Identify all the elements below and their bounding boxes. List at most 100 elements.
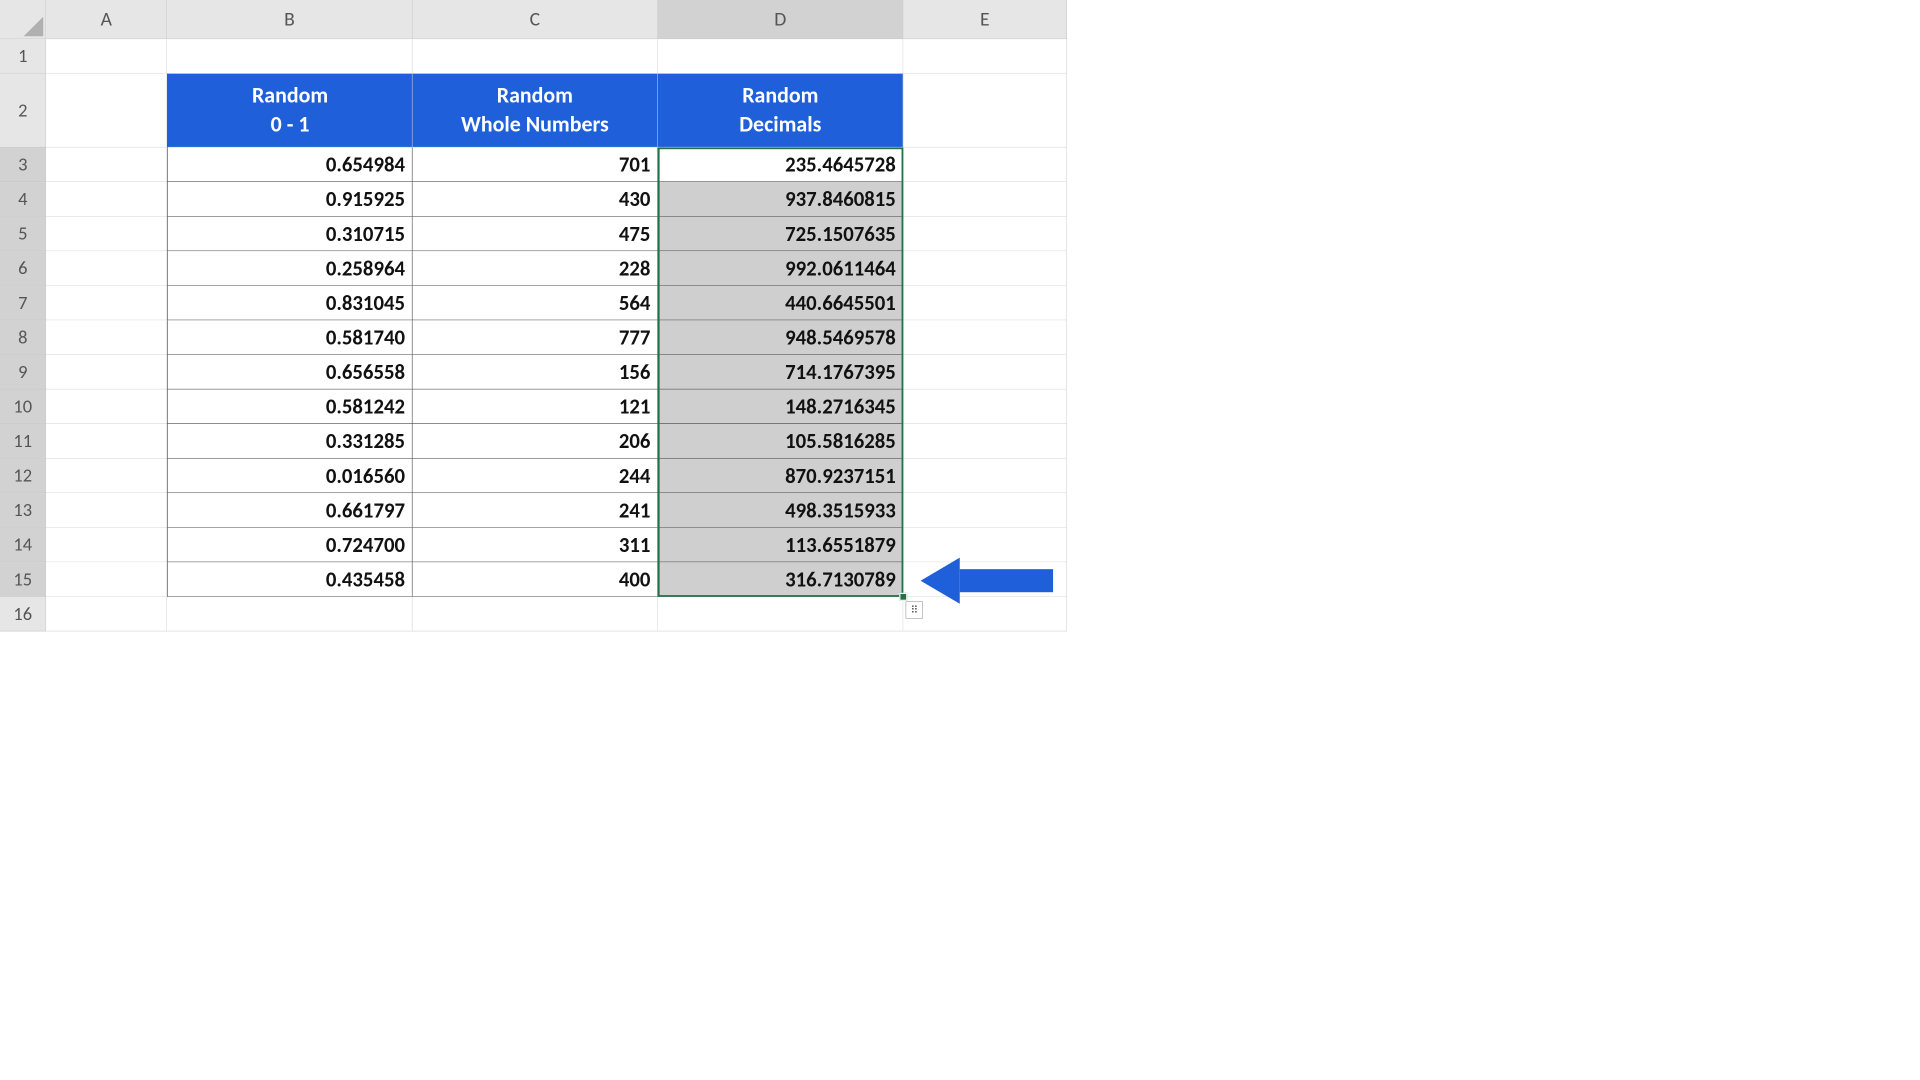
header-random-0-1[interactable]: Random 0 - 1 bbox=[167, 74, 412, 148]
cell-D16[interactable] bbox=[658, 597, 903, 632]
cell-A1[interactable] bbox=[46, 39, 167, 74]
row-header-3[interactable]: 3 bbox=[0, 147, 46, 182]
row-header-11[interactable]: 11 bbox=[0, 424, 46, 459]
cell-D8[interactable]: 948.5469578 bbox=[658, 320, 903, 355]
row-header-10[interactable]: 10 bbox=[0, 389, 46, 424]
cell-D10[interactable]: 148.2716345 bbox=[658, 389, 903, 424]
cell-A10[interactable] bbox=[46, 389, 167, 424]
cell-C16[interactable] bbox=[412, 597, 657, 632]
cell-D13[interactable]: 498.3515933 bbox=[658, 493, 903, 528]
cell-D1[interactable] bbox=[658, 39, 903, 74]
cell-D12[interactable]: 870.9237151 bbox=[658, 459, 903, 494]
cell-B13[interactable]: 0.661797 bbox=[167, 493, 412, 528]
cell-C1[interactable] bbox=[412, 39, 657, 74]
cell-B5[interactable]: 0.310715 bbox=[167, 217, 412, 252]
cell-A6[interactable] bbox=[46, 251, 167, 286]
row-header-4[interactable]: 4 bbox=[0, 182, 46, 217]
cell-B16[interactable] bbox=[167, 597, 412, 632]
cell-C14[interactable]: 311 bbox=[412, 528, 657, 563]
cell-A8[interactable] bbox=[46, 320, 167, 355]
cell-B9[interactable]: 0.656558 bbox=[167, 355, 412, 390]
cell-D5[interactable]: 725.1507635 bbox=[658, 217, 903, 252]
cell-A9[interactable] bbox=[46, 355, 167, 390]
cell-A3[interactable] bbox=[46, 147, 167, 182]
cell-E9[interactable] bbox=[903, 355, 1067, 390]
cell-B15[interactable]: 0.435458 bbox=[167, 562, 412, 597]
cell-A16[interactable] bbox=[46, 597, 167, 632]
cell-E13[interactable] bbox=[903, 493, 1067, 528]
cell-C6[interactable]: 228 bbox=[412, 251, 657, 286]
cell-A14[interactable] bbox=[46, 528, 167, 563]
cell-B11[interactable]: 0.331285 bbox=[167, 424, 412, 459]
cell-D7[interactable]: 440.6645501 bbox=[658, 286, 903, 321]
cell-C3[interactable]: 701 bbox=[412, 147, 657, 182]
cell-A12[interactable] bbox=[46, 459, 167, 494]
cell-A11[interactable] bbox=[46, 424, 167, 459]
select-all-corner[interactable] bbox=[0, 0, 46, 39]
cell-D15[interactable]: 316.7130789 bbox=[658, 562, 903, 597]
row-header-6[interactable]: 6 bbox=[0, 251, 46, 286]
cell-C5[interactable]: 475 bbox=[412, 217, 657, 252]
cell-B6[interactable]: 0.258964 bbox=[167, 251, 412, 286]
row-header-14[interactable]: 14 bbox=[0, 528, 46, 563]
cell-E6[interactable] bbox=[903, 251, 1067, 286]
cell-B4[interactable]: 0.915925 bbox=[167, 182, 412, 217]
cell-C13[interactable]: 241 bbox=[412, 493, 657, 528]
row-header-9[interactable]: 9 bbox=[0, 355, 46, 390]
cell-E12[interactable] bbox=[903, 459, 1067, 494]
cell-B14[interactable]: 0.724700 bbox=[167, 528, 412, 563]
cell-C4[interactable]: 430 bbox=[412, 182, 657, 217]
cell-A7[interactable] bbox=[46, 286, 167, 321]
cell-A15[interactable] bbox=[46, 562, 167, 597]
cell-D11[interactable]: 105.5816285 bbox=[658, 424, 903, 459]
row-header-7[interactable]: 7 bbox=[0, 286, 46, 321]
cell-A13[interactable] bbox=[46, 493, 167, 528]
cell-C15[interactable]: 400 bbox=[412, 562, 657, 597]
autofill-options-button[interactable]: ⠿ bbox=[906, 601, 923, 618]
cell-D14[interactable]: 113.6551879 bbox=[658, 528, 903, 563]
row-header-13[interactable]: 13 bbox=[0, 493, 46, 528]
cell-D6[interactable]: 992.0611464 bbox=[658, 251, 903, 286]
cell-E11[interactable] bbox=[903, 424, 1067, 459]
cell-A4[interactable] bbox=[46, 182, 167, 217]
cell-C12[interactable]: 244 bbox=[412, 459, 657, 494]
fill-handle[interactable] bbox=[899, 593, 907, 601]
row-header-15[interactable]: 15 bbox=[0, 562, 46, 597]
row-header-12[interactable]: 12 bbox=[0, 459, 46, 494]
cell-C9[interactable]: 156 bbox=[412, 355, 657, 390]
col-header-B[interactable]: B bbox=[167, 0, 412, 39]
cell-A2[interactable] bbox=[46, 74, 167, 148]
cell-D3[interactable]: 235.4645728 bbox=[658, 147, 903, 182]
cell-E2[interactable] bbox=[903, 74, 1067, 148]
cell-A5[interactable] bbox=[46, 217, 167, 252]
col-header-A[interactable]: A bbox=[46, 0, 167, 39]
cell-B10[interactable]: 0.581242 bbox=[167, 389, 412, 424]
cell-E3[interactable] bbox=[903, 147, 1067, 182]
cell-E4[interactable] bbox=[903, 182, 1067, 217]
cell-B3[interactable]: 0.654984 bbox=[167, 147, 412, 182]
row-header-16[interactable]: 16 bbox=[0, 597, 46, 632]
header-random-decimals[interactable]: Random Decimals bbox=[658, 74, 903, 148]
cell-E1[interactable] bbox=[903, 39, 1067, 74]
cell-B1[interactable] bbox=[167, 39, 412, 74]
col-header-D[interactable]: D bbox=[658, 0, 903, 39]
cell-C7[interactable]: 564 bbox=[412, 286, 657, 321]
cell-B8[interactable]: 0.581740 bbox=[167, 320, 412, 355]
cell-E7[interactable] bbox=[903, 286, 1067, 321]
cell-E5[interactable] bbox=[903, 217, 1067, 252]
cell-B7[interactable]: 0.831045 bbox=[167, 286, 412, 321]
row-header-1[interactable]: 1 bbox=[0, 39, 46, 74]
header-random-whole[interactable]: Random Whole Numbers bbox=[412, 74, 657, 148]
row-header-8[interactable]: 8 bbox=[0, 320, 46, 355]
cell-E10[interactable] bbox=[903, 389, 1067, 424]
col-header-C[interactable]: C bbox=[412, 0, 657, 39]
row-header-5[interactable]: 5 bbox=[0, 217, 46, 252]
cell-C8[interactable]: 777 bbox=[412, 320, 657, 355]
cell-C10[interactable]: 121 bbox=[412, 389, 657, 424]
cell-D9[interactable]: 714.1767395 bbox=[658, 355, 903, 390]
cell-D4[interactable]: 937.8460815 bbox=[658, 182, 903, 217]
cell-E8[interactable] bbox=[903, 320, 1067, 355]
cell-C11[interactable]: 206 bbox=[412, 424, 657, 459]
cell-B12[interactable]: 0.016560 bbox=[167, 459, 412, 494]
row-header-2[interactable]: 2 bbox=[0, 74, 46, 148]
